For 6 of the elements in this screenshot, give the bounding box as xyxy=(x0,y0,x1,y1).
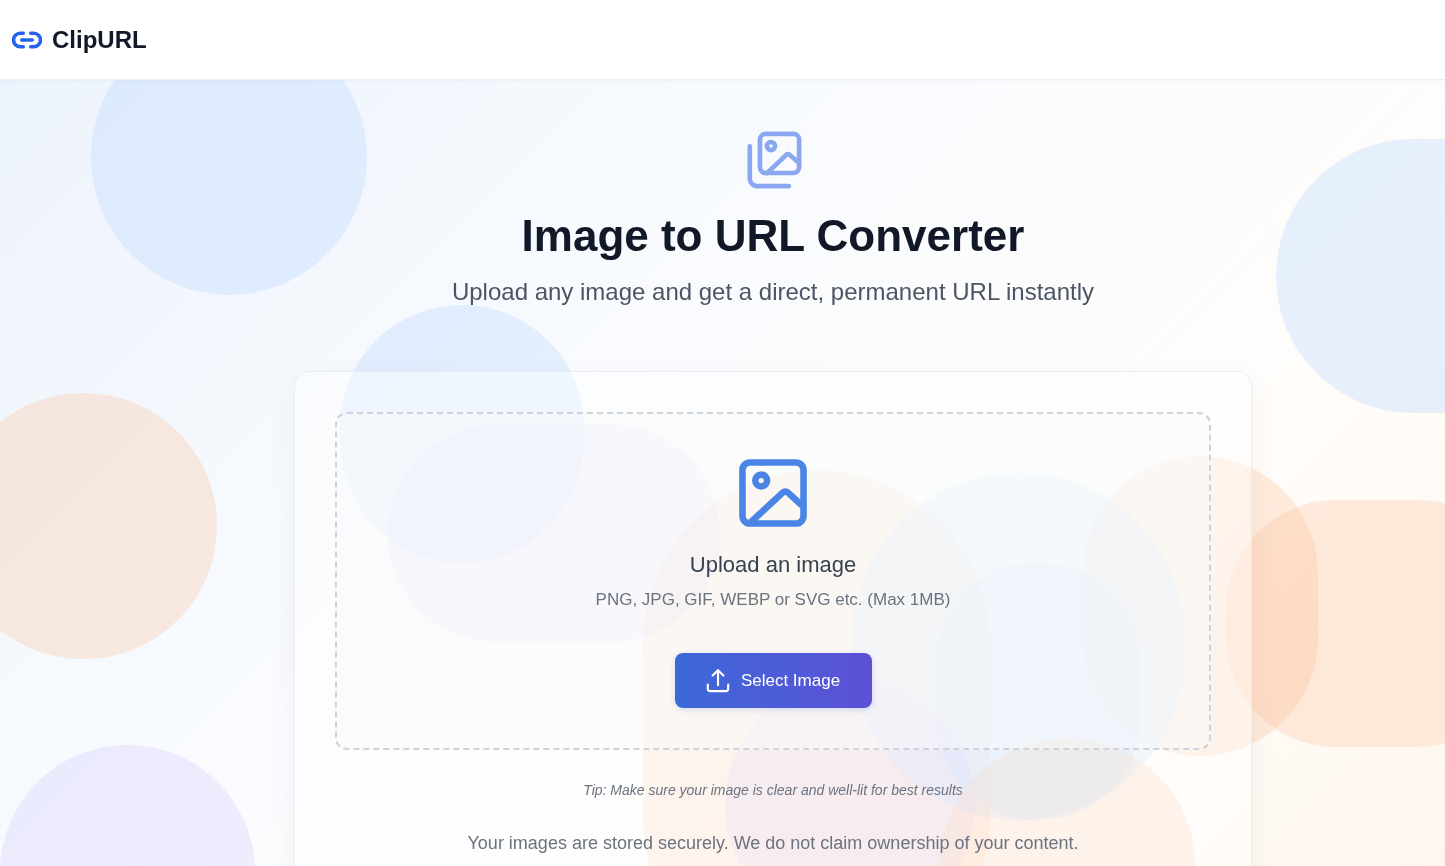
upload-heading: Upload an image xyxy=(689,551,857,579)
page-subtitle: Upload any image and get a direct, permanent URL instantly xyxy=(451,277,1095,307)
tip-text: Tip: Make sure your image is clear and well-lit for best results xyxy=(583,781,963,799)
page-title: Image to URL Converter xyxy=(521,210,1025,262)
privacy-notice: Your images are stored securely. We do not claim ownership of your content. xyxy=(467,832,1079,855)
file-types-hint: PNG, JPG, GIF, WEBP or SVG etc. (Max 1MB) xyxy=(595,589,951,611)
